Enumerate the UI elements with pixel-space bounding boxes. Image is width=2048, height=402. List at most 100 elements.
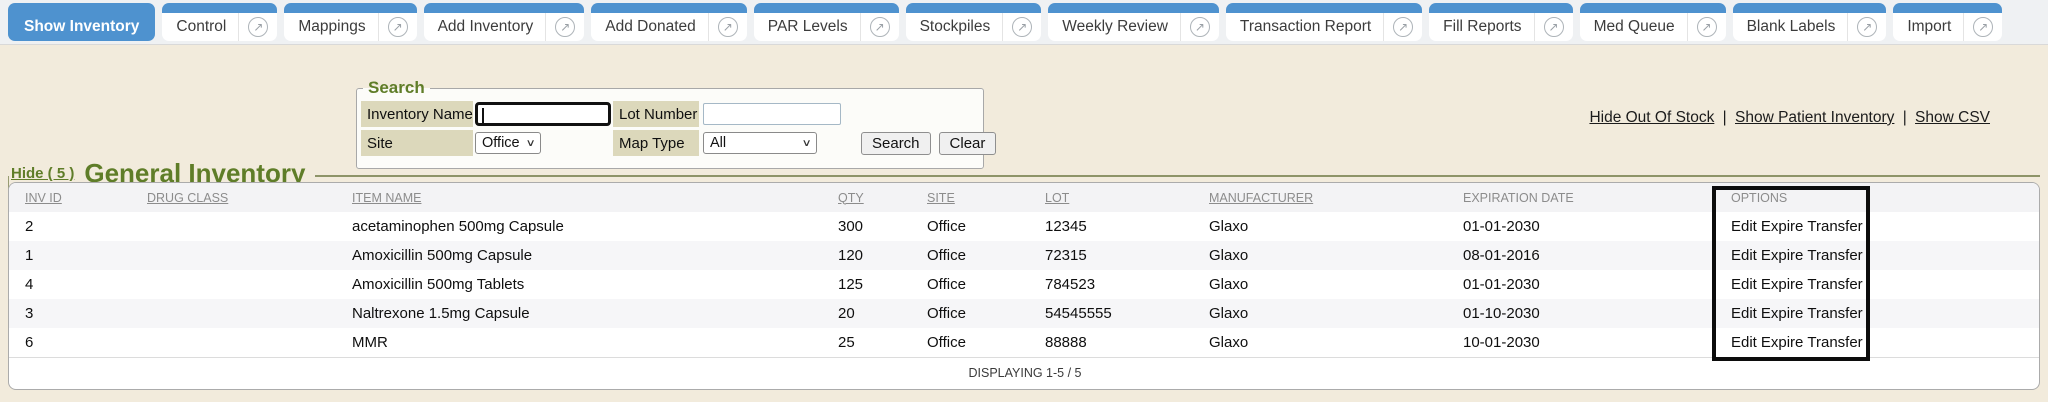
transfer-link[interactable]: Transfer xyxy=(1807,218,1862,235)
inventory-name-input[interactable] xyxy=(475,102,611,126)
lot-number-input[interactable] xyxy=(703,103,841,125)
external-link-icon[interactable]: ↗ xyxy=(1012,17,1032,37)
tab-label: PAR Levels xyxy=(754,18,860,36)
chevron-down-icon: ∨ xyxy=(801,138,811,149)
cell-drug-class xyxy=(131,328,336,357)
search-grid: Inventory Name Lot Number Site Office ∨ … xyxy=(361,101,981,156)
expire-link[interactable]: Expire xyxy=(1761,305,1804,322)
cell-manufacturer: Glaxo xyxy=(1193,212,1447,241)
cell-drug-class xyxy=(131,270,336,299)
transfer-link[interactable]: Transfer xyxy=(1807,334,1862,351)
tab-label: Show Inventory xyxy=(8,18,155,36)
cell-qty: 125 xyxy=(822,270,911,299)
cell-qty: 300 xyxy=(822,212,911,241)
expire-link[interactable]: Expire xyxy=(1761,247,1804,264)
transfer-link[interactable]: Transfer xyxy=(1807,305,1862,322)
external-link-icon[interactable]: ↗ xyxy=(870,17,890,37)
cell-lot: 12345 xyxy=(1029,212,1193,241)
tab-stockpiles[interactable]: Stockpiles↗ xyxy=(906,3,1042,41)
tab-med-queue[interactable]: Med Queue↗ xyxy=(1580,3,1726,41)
tab-control[interactable]: Control ↗ xyxy=(162,3,277,41)
map-type-select[interactable]: All ∨ xyxy=(703,132,817,154)
external-link-icon[interactable]: ↗ xyxy=(388,17,408,37)
tab-mappings[interactable]: Mappings ↗ xyxy=(284,3,416,41)
column-header-expiration: EXPIRATION DATE xyxy=(1447,183,1715,212)
cell-site: Office xyxy=(911,299,1029,328)
search-panel: Search Inventory Name Lot Number Site Of… xyxy=(356,78,984,169)
column-header-drug-class[interactable]: DRUG CLASS xyxy=(131,183,336,212)
tab-divider xyxy=(378,13,379,41)
external-link-icon[interactable]: ↗ xyxy=(718,17,738,37)
tab-fill-reports[interactable]: Fill Reports↗ xyxy=(1429,3,1572,41)
tab-add-donated[interactable]: Add Donated↗ xyxy=(591,3,747,41)
cell-empty xyxy=(1873,241,2040,270)
tab-divider xyxy=(545,13,546,41)
tab-blank-labels[interactable]: Blank Labels↗ xyxy=(1733,3,1887,41)
column-header-site[interactable]: SITE xyxy=(911,183,1029,212)
edit-link[interactable]: Edit xyxy=(1731,305,1757,322)
tab-divider xyxy=(238,13,239,41)
cell-manufacturer: Glaxo xyxy=(1193,270,1447,299)
table-row: 3Naltrexone 1.5mg Capsule20Office5454555… xyxy=(9,299,2040,328)
search-button[interactable]: Search xyxy=(861,132,931,155)
column-header-lot[interactable]: LOT xyxy=(1029,183,1193,212)
cell-site: Office xyxy=(911,212,1029,241)
external-link-icon[interactable]: ↗ xyxy=(1544,17,1564,37)
expire-link[interactable]: Expire xyxy=(1761,334,1804,351)
cell-qty: 120 xyxy=(822,241,911,270)
tab-import[interactable]: Import ↗ xyxy=(1893,3,2002,41)
cell-item-name: Amoxicillin 500mg Capsule xyxy=(336,241,822,270)
search-legend: Search xyxy=(363,78,430,98)
edit-link[interactable]: Edit xyxy=(1731,334,1757,351)
hide-count-link[interactable]: Hide ( 5 ) xyxy=(11,165,74,182)
tab-transaction-report[interactable]: Transaction Report ↗ xyxy=(1226,3,1422,41)
hide-out-of-stock-link[interactable]: Hide Out Of Stock xyxy=(1589,109,1714,126)
displaying-count: DISPLAYING 1-5 / 5 xyxy=(9,357,2040,389)
edit-link[interactable]: Edit xyxy=(1731,218,1757,235)
external-link-icon[interactable]: ↗ xyxy=(1973,17,1993,37)
clear-button[interactable]: Clear xyxy=(939,132,997,155)
column-header-inv-id[interactable]: INV ID xyxy=(9,183,131,212)
edit-link[interactable]: Edit xyxy=(1731,276,1757,293)
tab-label: Add Inventory xyxy=(424,18,546,36)
external-link-icon[interactable]: ↗ xyxy=(555,17,575,37)
transfer-link[interactable]: Transfer xyxy=(1807,247,1862,264)
edit-link[interactable]: Edit xyxy=(1731,247,1757,264)
cell-lot: 72315 xyxy=(1029,241,1193,270)
cell-lot: 784523 xyxy=(1029,270,1193,299)
column-header-qty[interactable]: QTY xyxy=(822,183,911,212)
column-header-manufacturer[interactable]: MANUFACTURER xyxy=(1193,183,1447,212)
expire-link[interactable]: Expire xyxy=(1761,276,1804,293)
tab-label: Transaction Report xyxy=(1226,18,1383,36)
column-header-item-name[interactable]: ITEM NAME xyxy=(336,183,822,212)
tab-divider xyxy=(1180,13,1181,41)
text-caret xyxy=(482,108,484,123)
tab-label: Weekly Review xyxy=(1048,18,1180,36)
tab-label: Import xyxy=(1893,18,1963,36)
expire-link[interactable]: Expire xyxy=(1761,218,1804,235)
cell-site: Office xyxy=(911,241,1029,270)
cell-manufacturer: Glaxo xyxy=(1193,241,1447,270)
tab-par-levels[interactable]: PAR Levels ↗ xyxy=(754,3,899,41)
tab-show-inventory[interactable]: Show Inventory xyxy=(8,3,155,41)
tab-label: Control xyxy=(162,18,238,36)
cell-item-name: MMR xyxy=(336,328,822,357)
cell-options: EditExpireTransfer xyxy=(1715,299,1873,328)
site-select[interactable]: Office ∨ xyxy=(475,132,541,154)
show-patient-inventory-link[interactable]: Show Patient Inventory xyxy=(1735,109,1894,126)
tab-label: Mappings xyxy=(284,18,377,36)
show-csv-link[interactable]: Show CSV xyxy=(1915,109,1990,126)
external-link-icon[interactable]: ↗ xyxy=(248,17,268,37)
external-link-icon[interactable]: ↗ xyxy=(1697,17,1717,37)
tab-add-inventory[interactable]: Add Inventory ↗ xyxy=(424,3,585,41)
transfer-link[interactable]: Transfer xyxy=(1807,276,1862,293)
cell-empty xyxy=(1873,212,2040,241)
external-link-icon[interactable]: ↗ xyxy=(1857,17,1877,37)
cell-empty xyxy=(1873,299,2040,328)
external-link-icon[interactable]: ↗ xyxy=(1190,17,1210,37)
cell-inv-id: 3 xyxy=(9,299,131,328)
cell-manufacturer: Glaxo xyxy=(1193,299,1447,328)
tab-divider xyxy=(1002,13,1003,41)
tab-weekly-review[interactable]: Weekly Review ↗ xyxy=(1048,3,1219,41)
external-link-icon[interactable]: ↗ xyxy=(1393,17,1413,37)
